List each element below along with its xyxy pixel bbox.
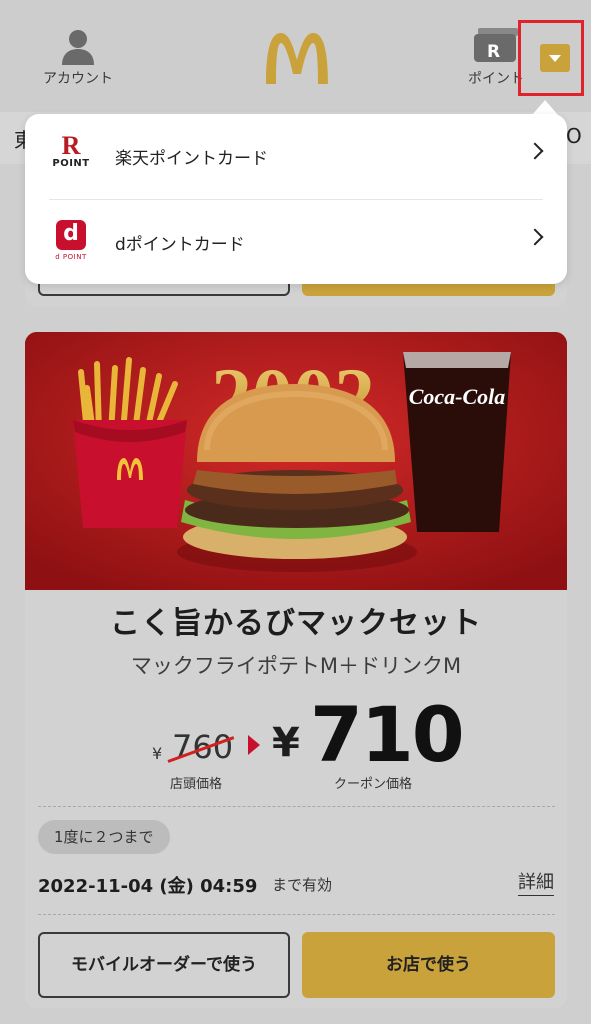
valid-until-date: 2022-11-04 (金) 04:59 [38, 876, 258, 897]
price-arrow-icon [248, 735, 260, 755]
use-mobile-order-button[interactable]: モバイルオーダーで使う [38, 932, 290, 998]
old-price-label: 店頭価格 [170, 777, 223, 792]
old-price-yen: ¥ [152, 744, 163, 763]
account-label: アカウント [43, 71, 113, 87]
coupon-price: 710 [310, 690, 465, 779]
selection-highlight [518, 20, 584, 96]
usage-limit-badge: 1度に２つまで [38, 820, 170, 854]
person-icon [62, 30, 94, 65]
point-card-menu: R POINT 楽天ポイントカード d d POINT dポイントカード [25, 114, 567, 284]
coupon-title: こく旨かるびマックセット [110, 606, 482, 641]
mcdonalds-logo [266, 33, 328, 84]
divider [38, 806, 555, 807]
chevron-right-icon [526, 142, 544, 160]
valid-until-suffix: まで有効 [272, 876, 333, 894]
point-card-glyph: R [487, 42, 501, 62]
subbar-right-text: O [566, 124, 582, 148]
d-point-icon: d d POINT [55, 220, 87, 261]
divider [38, 914, 555, 915]
popup-notch [532, 100, 558, 115]
coupon-price-label: クーポン価格 [334, 777, 413, 792]
coupon-banner-image: 2002 Coca-Col [25, 332, 567, 590]
menu-item-rakuten-point[interactable]: R POINT 楽天ポイントカード [25, 114, 567, 198]
menu-item-d-point[interactable]: d d POINT dポイントカード [25, 200, 567, 284]
coupon-subtitle: マックフライポテトM＋ドリンクM [130, 654, 462, 678]
menu-item-label: 楽天ポイントカード [115, 149, 268, 169]
svg-text:Coca-Cola: Coca-Cola [409, 384, 506, 409]
rakuten-point-icon: R POINT [52, 131, 90, 170]
detail-link[interactable]: 詳細 [518, 868, 554, 896]
new-price-yen: ¥ [272, 720, 300, 766]
use-in-store-button[interactable]: お店で使う [302, 932, 555, 998]
cola-cup: Coca-Cola [403, 352, 511, 532]
menu-item-label: dポイントカード [115, 235, 245, 255]
chevron-right-icon [526, 228, 544, 246]
account-button[interactable]: アカウント [36, 28, 120, 88]
